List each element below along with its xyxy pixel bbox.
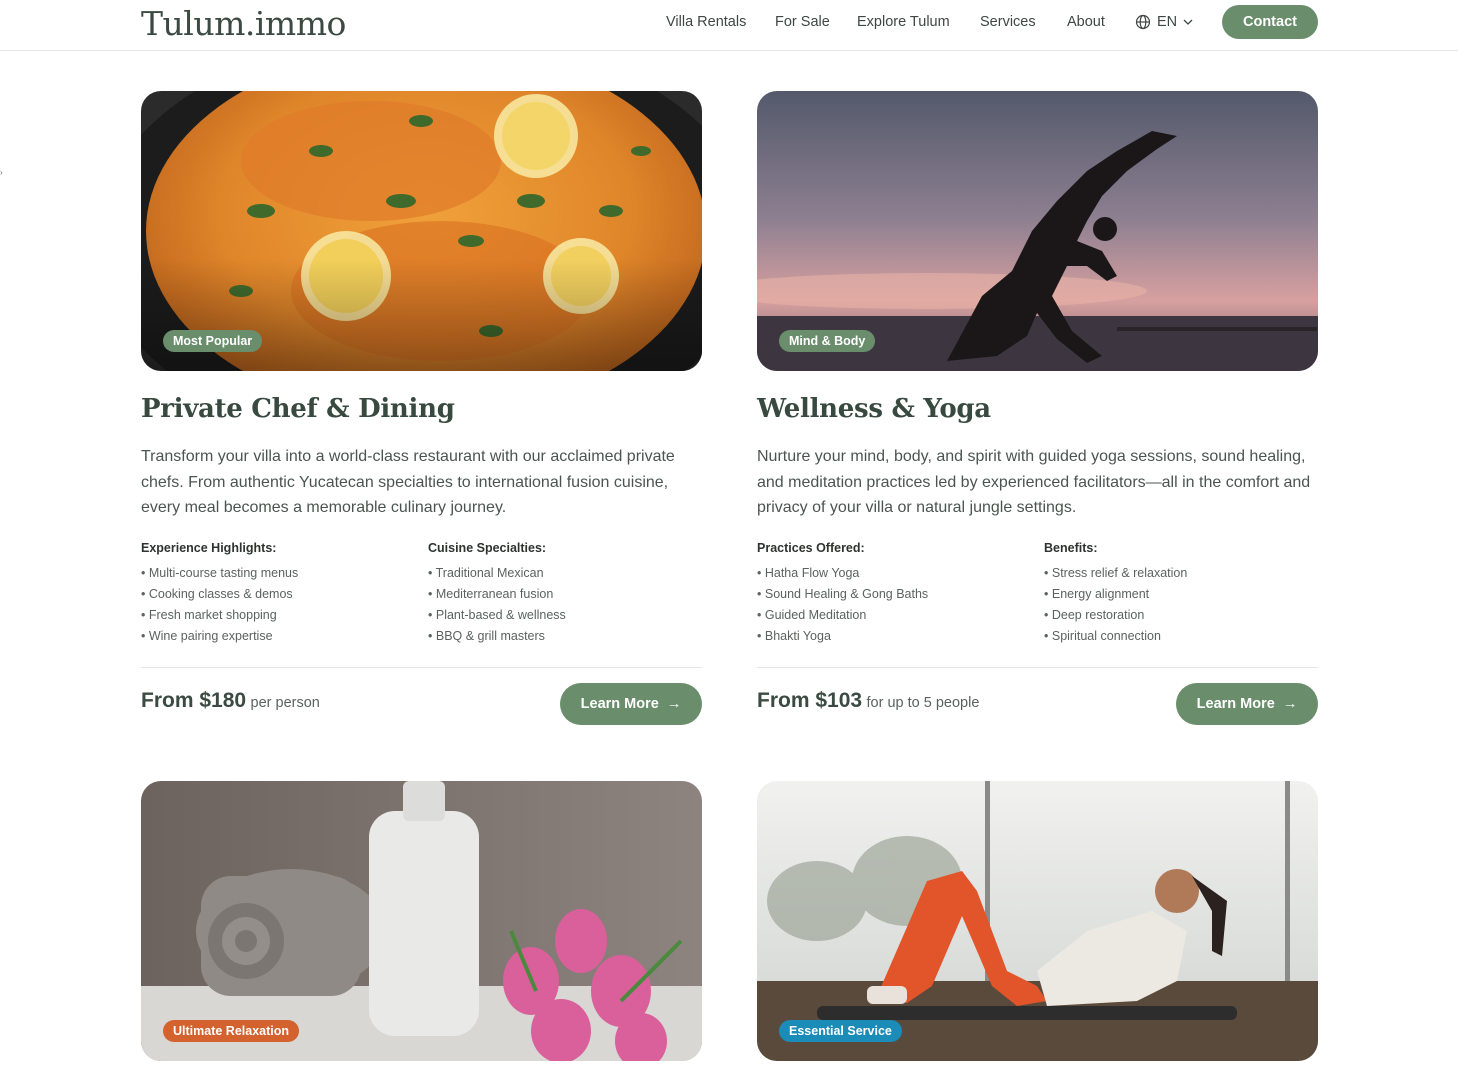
badge-ultimate-relaxation: Ultimate Relaxation [163,1020,300,1042]
globe-icon [1135,14,1151,30]
divider [141,667,702,668]
list-item: Fresh market shopping [141,605,411,626]
list-item: Sound Healing & Gong Baths [757,584,1027,605]
list-item: Deep restoration [1044,605,1314,626]
arrow-right-icon: → [1282,696,1298,712]
benefits-column: Benefits: Stress relief & relaxation Ene… [1044,541,1314,647]
list-item: Traditional Mexican [428,563,698,584]
list-item: Mediterranean fusion [428,584,698,605]
list-item: Cooking classes & demos [141,584,411,605]
list-item: Energy alignment [1044,584,1314,605]
specialties-column: Cuisine Specialties: Traditional Mexican… [428,541,698,647]
learn-more-label: Learn More [1196,696,1275,712]
badge-mind-body: Mind & Body [779,330,876,352]
learn-more-label: Learn More [580,696,659,712]
price-amount: From $103 [757,689,863,712]
list-item: Plant-based & wellness [428,605,698,626]
card-title: Private Chef & Dining [141,394,455,424]
list-item: Hatha Flow Yoga [757,563,1027,584]
column-heading: Benefits: [1044,541,1098,555]
list-item: BBQ & grill masters [428,626,698,647]
list-item: Wine pairing expertise [141,626,411,647]
list-item: Bhakti Yoga [757,626,1027,647]
language-selector[interactable]: EN [1135,12,1193,32]
price-amount: From $180 [141,689,247,712]
highlights-column: Experience Highlights: Multi-course tast… [141,541,411,647]
price-unit: per person [250,695,320,711]
chevron-down-icon [1183,19,1193,25]
essential-service-photo: Essential Service [757,781,1318,1061]
price-unit: for up to 5 people [866,695,980,711]
badge-essential-service: Essential Service [779,1020,902,1042]
learn-more-button[interactable]: Learn More → [1176,683,1318,725]
edge-marker: › [0,168,3,177]
contact-button[interactable]: Contact [1222,5,1318,39]
list-item: Stress relief & relaxation [1044,563,1314,584]
language-label: EN [1157,14,1178,30]
column-heading: Experience Highlights: [141,541,277,555]
badge-most-popular: Most Popular [163,330,263,352]
card-description: Nurture your mind, body, and spirit with… [757,448,1311,516]
column-heading: Practices Offered: [757,541,865,555]
nav-villa-rentals[interactable]: Villa Rentals [666,0,746,44]
wellness-yoga-photo: Mind & Body [757,91,1318,371]
divider [757,667,1318,668]
list-item: Spiritual connection [1044,626,1314,647]
learn-more-button[interactable]: Learn More → [560,683,702,725]
practices-column: Practices Offered: Hatha Flow Yoga Sound… [757,541,1027,647]
list-item: Multi-course tasting menus [141,563,411,584]
nav-for-sale[interactable]: For Sale [775,0,830,44]
nav-about[interactable]: About [1067,0,1105,44]
price: From $180 per person [141,689,320,719]
price: From $103 for up to 5 people [757,689,979,719]
site-logo[interactable]: Tulum.immo [141,2,346,46]
site-header: Tulum.immo Villa Rentals For Sale Explor… [0,0,1458,51]
arrow-right-icon: → [666,696,682,712]
nav-explore-tulum[interactable]: Explore Tulum [857,0,950,44]
card-title: Wellness & Yoga [757,394,991,424]
nav-services[interactable]: Services [980,0,1036,44]
column-heading: Cuisine Specialties: [428,541,547,555]
relaxation-photo: Ultimate Relaxation [141,781,702,1061]
list-item: Guided Meditation [757,605,1027,626]
private-chef-photo: Most Popular [141,91,702,371]
card-description: Transform your villa into a world-class … [141,448,675,516]
